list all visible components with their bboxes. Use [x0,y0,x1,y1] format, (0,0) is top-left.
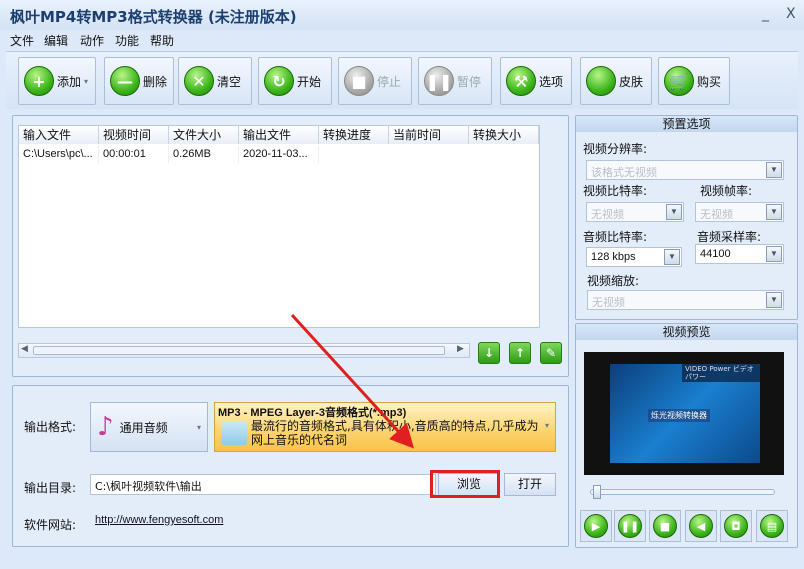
video-scale-select[interactable]: 无视频 ▼ [587,290,784,310]
video-preview: VIDEO Power ビデオパワー 烁光视频转换器 [584,352,784,475]
video-scale-label: 视频缩放: [587,274,640,288]
preset-title: 预置选项 [576,116,797,132]
snapshot-button[interactable]: ◘ [720,510,752,542]
mute-button[interactable]: ◀ [685,510,717,542]
seek-slider[interactable] [590,485,775,499]
seek-thumb[interactable] [593,485,601,499]
watermark-logo: VIDEO Power ビデオパワー [682,364,760,382]
preview-title: 视频预览 [576,324,797,340]
audio-bitrate-label: 音频比特率: [583,230,648,244]
sample-rate-value: 44100 [700,248,731,260]
frame-rate-label: 视频帧率: [700,184,753,198]
overlay-text: 烁光视频转换器 [648,409,710,422]
pause-icon: ❚❚ [618,514,642,538]
pause-preview-button[interactable]: ❚❚ [614,510,646,542]
resolution-select[interactable]: 该格式无视频 ▼ [586,160,784,180]
play-icon: ▶ [584,514,608,538]
speaker-icon: ◀ [689,514,713,538]
frame-rate-select[interactable]: 无视频 ▼ [695,202,784,222]
chevron-down-icon: ▼ [766,162,782,178]
chevron-down-icon: ▼ [766,246,782,262]
chevron-down-icon: ▼ [664,249,680,265]
video-bitrate-select[interactable]: 无视频 ▼ [586,202,684,222]
sample-rate-select[interactable]: 44100 ▼ [695,244,784,264]
resolution-label: 视频分辨率: [583,142,648,156]
audio-bitrate-select[interactable]: 128 kbps ▼ [586,247,682,267]
chevron-down-icon: ▼ [666,204,682,220]
preview-frame: VIDEO Power ビデオパワー 烁光视频转换器 [610,364,760,463]
play-button[interactable]: ▶ [580,510,612,542]
resolution-value: 该格式无视频 [591,167,657,179]
sample-rate-label: 音频采样率: [697,230,762,244]
video-bitrate-value: 无视频 [591,209,624,221]
frame-rate-value: 无视频 [700,209,733,221]
stop-icon: ■ [653,514,677,538]
open-folder-button[interactable]: ▤ [756,510,788,542]
camera-icon: ◘ [724,514,748,538]
chevron-down-icon: ▼ [766,292,782,308]
audio-bitrate-value: 128 kbps [591,251,636,263]
video-bitrate-label: 视频比特率: [583,184,648,198]
video-scale-value: 无视频 [592,297,625,309]
folder-icon: ▤ [760,514,784,538]
chevron-down-icon: ▼ [766,204,782,220]
stop-preview-button[interactable]: ■ [649,510,681,542]
